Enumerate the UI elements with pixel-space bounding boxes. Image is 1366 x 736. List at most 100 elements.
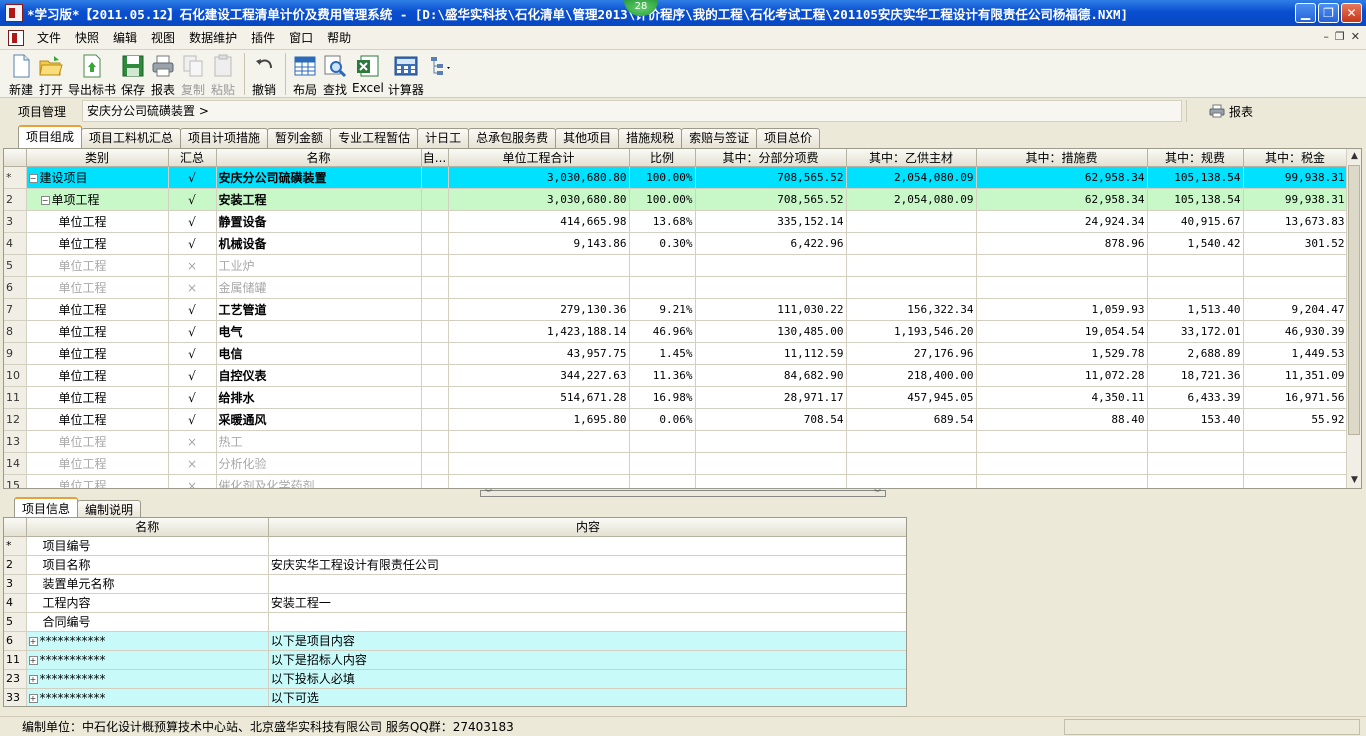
value-cell-total[interactable]: 3,030,680.80	[448, 188, 630, 211]
name-cell[interactable]: 工业炉	[216, 254, 422, 277]
value-cell-ratio[interactable]	[629, 276, 696, 299]
value-cell-mat[interactable]	[846, 430, 977, 453]
value-cell-meas[interactable]: 88.40	[976, 408, 1148, 431]
value-cell-meas[interactable]	[976, 452, 1148, 475]
custom-cell[interactable]	[421, 386, 449, 409]
summary-check-cell[interactable]: √	[168, 298, 217, 321]
value-cell-ratio[interactable]	[629, 474, 696, 488]
project-info-grid[interactable]: 名称 内容 * 项目编号 2 项目名称 安庆实华工程设计有限责任公司 3 装置单元名称 4 工程…	[3, 517, 907, 707]
paste-button[interactable]: 粘贴	[210, 50, 236, 98]
tab-provisional-sum[interactable]: 暂列金额	[267, 128, 332, 148]
tab-measures-fees-tax[interactable]: 措施规税	[618, 128, 683, 148]
report-button[interactable]: 报表	[150, 50, 176, 98]
menu-edit[interactable]: 编辑	[106, 29, 144, 46]
name-cell[interactable]: 电信	[216, 342, 422, 365]
mdi-restore-button[interactable]: ❐	[1335, 30, 1345, 43]
value-cell-fee[interactable]: 2,688.89	[1147, 342, 1244, 365]
info-content-cell[interactable]	[268, 612, 906, 632]
export-bid-button[interactable]: 导出标书	[68, 50, 116, 98]
category-cell[interactable]: 单位工程	[26, 342, 169, 365]
name-cell[interactable]: 给排水	[216, 386, 422, 409]
value-cell-sub[interactable]: 111,030.22	[695, 298, 847, 321]
value-cell-tax[interactable]: 16,971.56	[1243, 386, 1348, 409]
info-name-cell[interactable]: 项目编号	[26, 536, 269, 556]
value-cell-sub[interactable]: 11,112.59	[695, 342, 847, 365]
value-cell-meas[interactable]: 4,350.11	[976, 386, 1148, 409]
value-cell-meas[interactable]: 62,958.34	[976, 188, 1148, 211]
category-cell[interactable]: 单位工程	[26, 254, 169, 277]
value-cell-ratio[interactable]	[629, 452, 696, 475]
info-content-cell[interactable]: 以下是招标人内容	[268, 650, 906, 670]
calculator-button[interactable]: 计算器	[388, 50, 424, 98]
summary-check-cell[interactable]: ×	[168, 276, 217, 299]
value-cell-total[interactable]: 1,695.80	[448, 408, 630, 431]
value-cell-tax[interactable]: 301.52	[1243, 232, 1348, 255]
value-cell-ratio[interactable]	[629, 254, 696, 277]
expand-icon[interactable]: +	[28, 655, 38, 665]
summary-check-cell[interactable]: √	[168, 210, 217, 233]
summary-check-cell[interactable]: √	[168, 342, 217, 365]
value-cell-total[interactable]	[448, 474, 630, 488]
summary-check-cell[interactable]: √	[168, 364, 217, 387]
value-cell-ratio[interactable]: 0.30%	[629, 232, 696, 255]
value-cell-total[interactable]: 3,030,680.80	[448, 166, 630, 189]
category-cell[interactable]: 单位工程	[26, 452, 169, 475]
value-cell-tax[interactable]	[1243, 474, 1348, 488]
menu-data-maintenance[interactable]: 数据维护	[182, 29, 244, 46]
tree-view-dropdown[interactable]	[428, 50, 454, 79]
custom-cell[interactable]	[421, 320, 449, 343]
value-cell-mat[interactable]	[846, 452, 977, 475]
info-content-cell[interactable]: 安庆实华工程设计有限责任公司	[268, 555, 906, 575]
menu-snapshot[interactable]: 快照	[68, 29, 106, 46]
value-cell-meas[interactable]	[976, 276, 1148, 299]
tab-project-total[interactable]: 项目总价	[756, 128, 821, 148]
undo-button[interactable]: 撤销	[251, 50, 277, 98]
custom-cell[interactable]	[421, 232, 449, 255]
value-cell-total[interactable]	[448, 254, 630, 277]
info-row[interactable]: 2 项目名称 安庆实华工程设计有限责任公司	[4, 555, 906, 575]
value-cell-fee[interactable]: 1,540.42	[1147, 232, 1244, 255]
table-row[interactable]: * − 建设项目 √ 安庆分公司硫磺装置 3,030,680.80 100.00% 708,5…	[4, 166, 1348, 189]
collapse-icon[interactable]: −	[40, 196, 50, 205]
value-cell-sub[interactable]: 28,971.17	[695, 386, 847, 409]
category-cell[interactable]: 单位工程	[26, 430, 169, 453]
custom-cell[interactable]	[421, 408, 449, 431]
value-cell-ratio[interactable]: 0.06%	[629, 408, 696, 431]
value-cell-sub[interactable]: 6,422.96	[695, 232, 847, 255]
value-cell-sub[interactable]	[695, 474, 847, 488]
value-cell-tax[interactable]: 11,351.09	[1243, 364, 1348, 387]
value-cell-tax[interactable]: 99,938.31	[1243, 166, 1348, 189]
category-cell[interactable]: 单位工程	[26, 232, 169, 255]
value-cell-fee[interactable]: 18,721.36	[1147, 364, 1244, 387]
value-cell-fee[interactable]: 33,172.01	[1147, 320, 1244, 343]
find-button[interactable]: 查找	[322, 50, 348, 98]
scroll-up-icon[interactable]: ▲	[1347, 149, 1361, 164]
value-cell-mat[interactable]	[846, 276, 977, 299]
value-cell-meas[interactable]: 24,924.34	[976, 210, 1148, 233]
col-header-unit-total[interactable]: 单位工程合计	[448, 149, 630, 167]
value-cell-ratio[interactable]: 46.96%	[629, 320, 696, 343]
name-cell[interactable]: 静置设备	[216, 210, 422, 233]
table-row[interactable]: 13 单位工程 × 热工	[4, 430, 1348, 453]
name-cell[interactable]: 热工	[216, 430, 422, 453]
value-cell-total[interactable]: 514,671.28	[448, 386, 630, 409]
value-cell-tax[interactable]	[1243, 254, 1348, 277]
name-cell[interactable]: 安庆分公司硫磺装置	[216, 166, 422, 189]
value-cell-mat[interactable]	[846, 254, 977, 277]
breadcrumb[interactable]: 安庆分公司硫磺装置 >	[82, 100, 1182, 122]
name-cell[interactable]: 安装工程	[216, 188, 422, 211]
info-name-cell[interactable]: 合同编号	[26, 612, 269, 632]
value-cell-fee[interactable]	[1147, 276, 1244, 299]
value-cell-fee[interactable]: 153.40	[1147, 408, 1244, 431]
restore-button[interactable]: ❐	[1318, 3, 1339, 23]
custom-cell[interactable]	[421, 430, 449, 453]
table-row[interactable]: 11 单位工程 √ 给排水 514,671.28 16.98% 28,971.17 457,9…	[4, 386, 1348, 409]
close-button[interactable]: ✕	[1341, 3, 1362, 23]
value-cell-ratio[interactable]: 11.36%	[629, 364, 696, 387]
value-cell-total[interactable]: 279,130.36	[448, 298, 630, 321]
col-header-measure-fee[interactable]: 其中：措施费	[976, 149, 1148, 167]
project-management-label[interactable]: 项目管理	[0, 103, 80, 120]
expand-icon[interactable]: +	[28, 636, 38, 646]
menu-help[interactable]: 帮助	[320, 29, 358, 46]
open-button[interactable]: 打开	[38, 50, 64, 98]
